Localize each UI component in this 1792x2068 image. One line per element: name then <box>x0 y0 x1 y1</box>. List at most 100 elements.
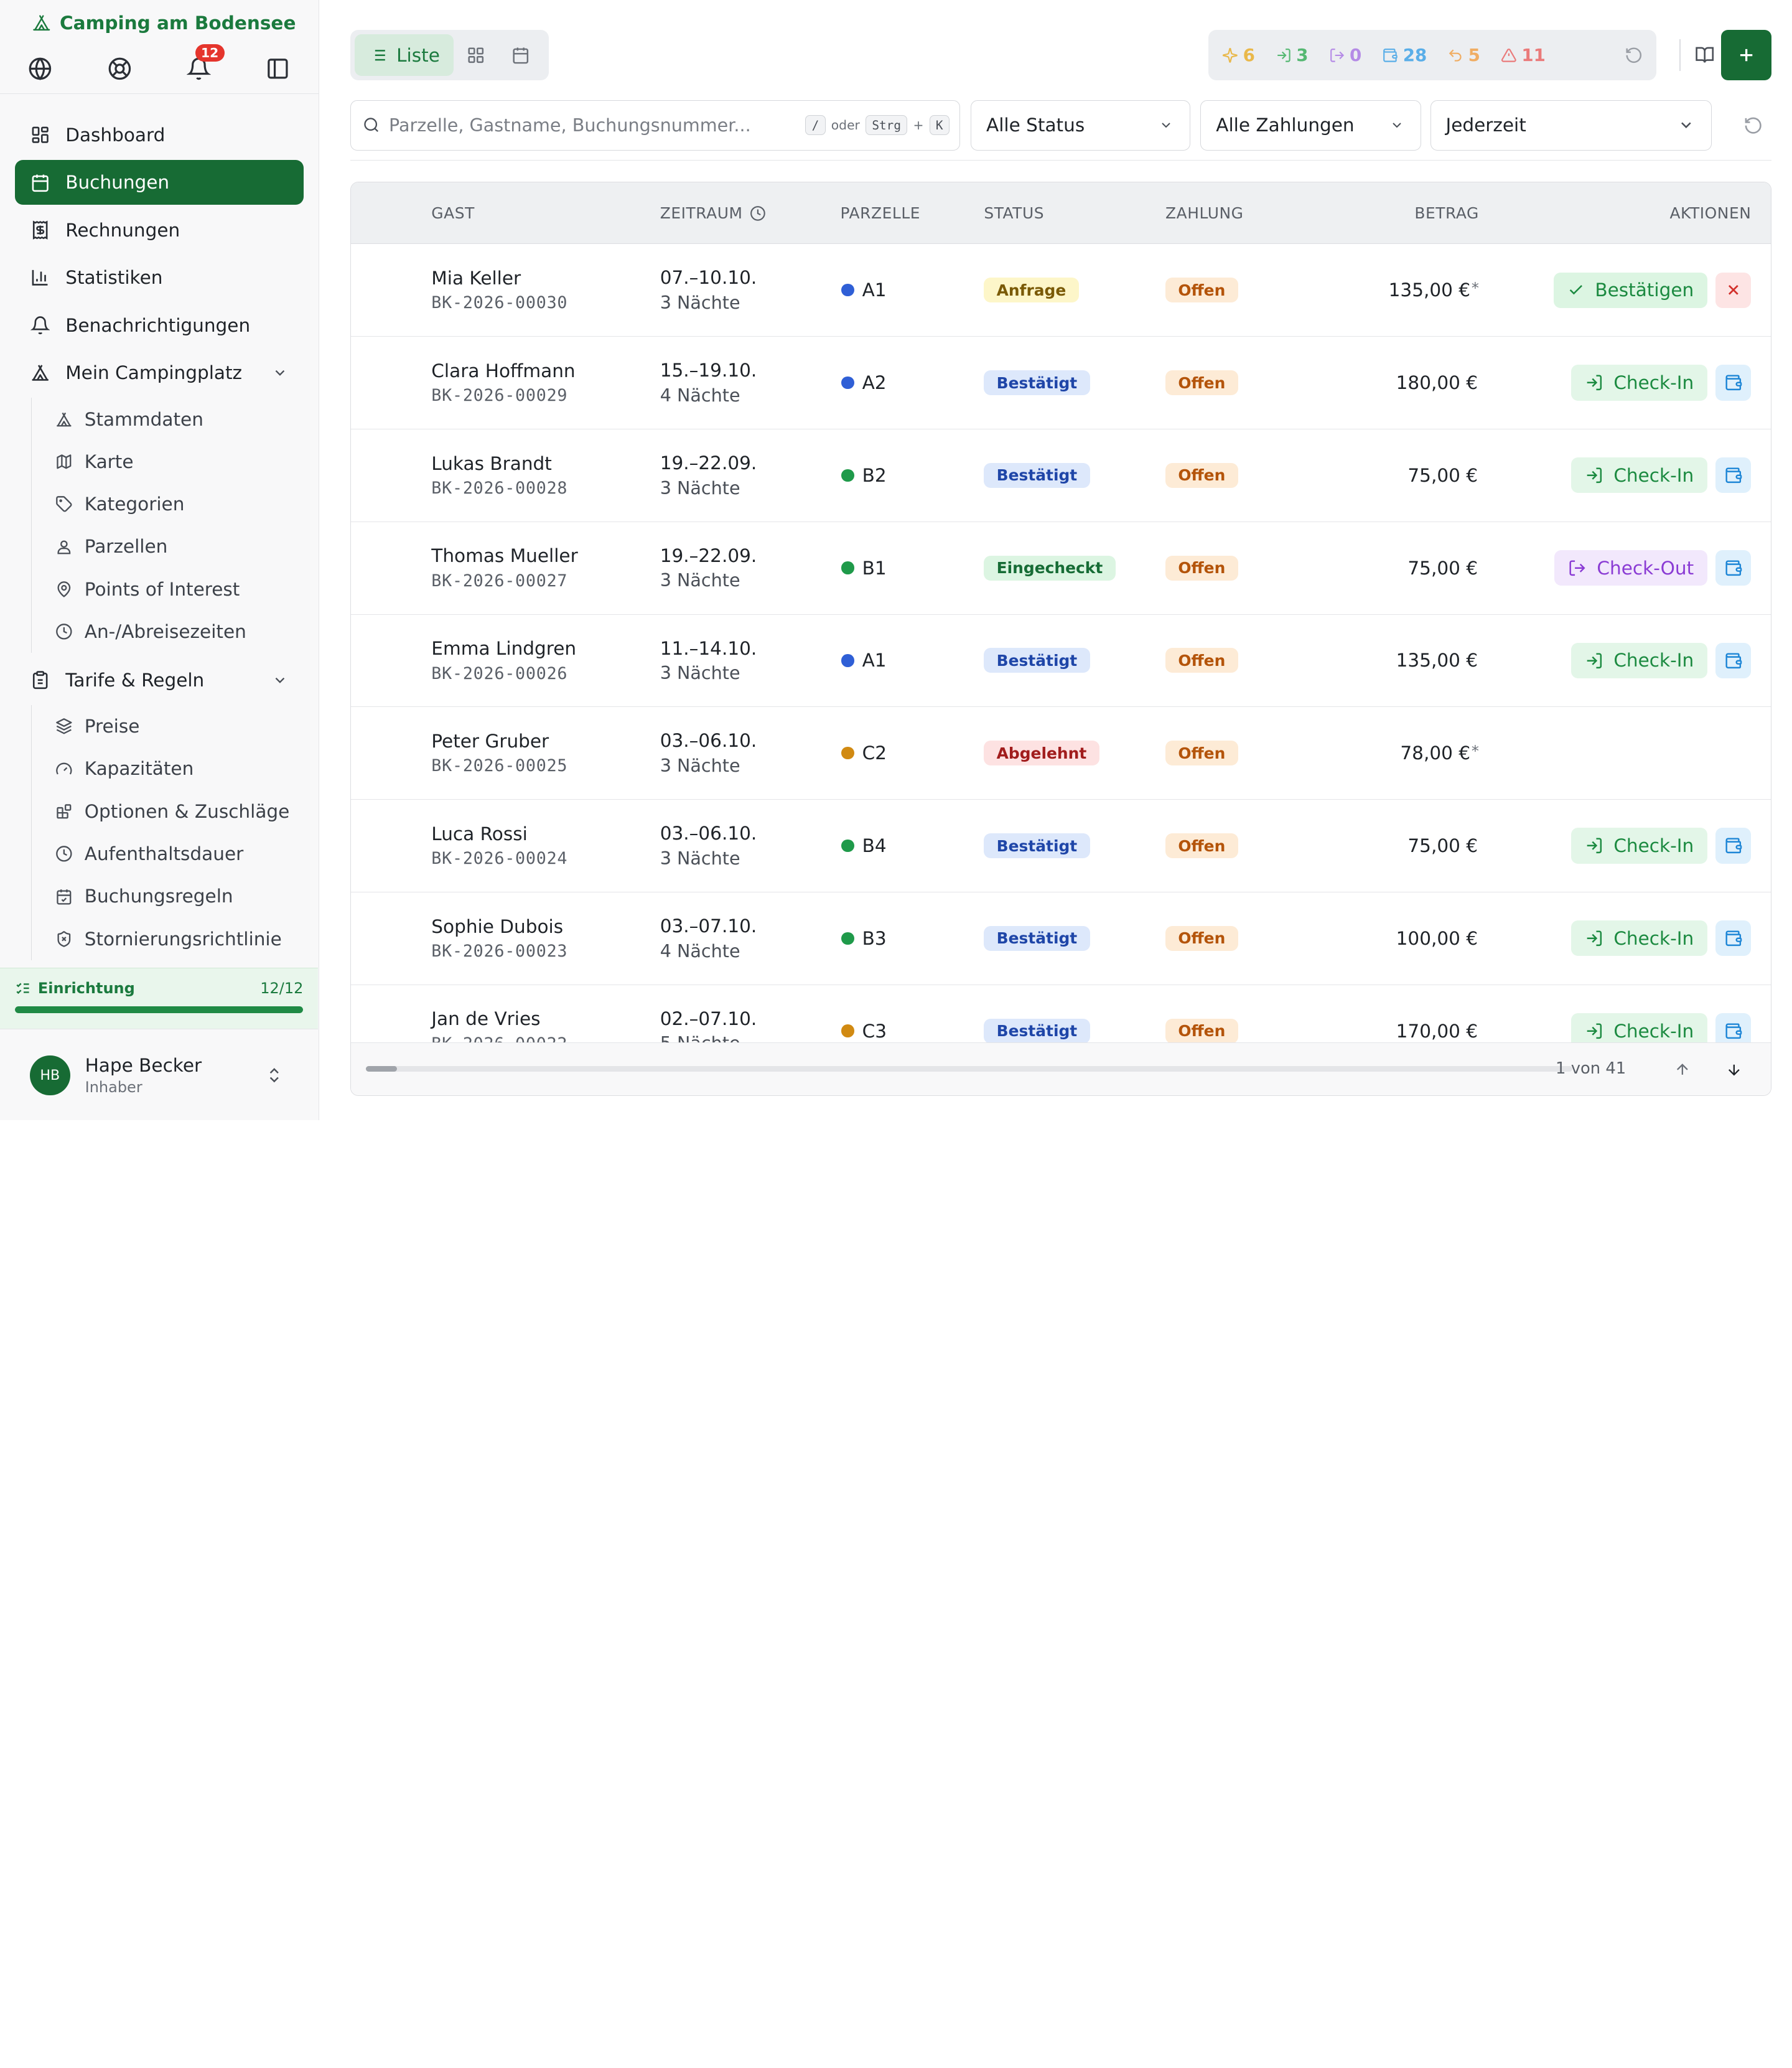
user-menu[interactable]: HB Hape Becker Inhaber <box>0 1031 318 1120</box>
record-payment-button[interactable] <box>1715 920 1752 957</box>
reset-filters-icon[interactable] <box>1739 111 1766 139</box>
sidebar-item-map[interactable]: Karte <box>32 441 304 483</box>
confirm-button[interactable]: Bestätigen <box>1553 272 1708 308</box>
sidebar-item-invoices[interactable]: Rechnungen <box>15 208 304 253</box>
globe-icon[interactable] <box>26 54 55 83</box>
setup-progress-panel[interactable]: Einrichtung 12/12 <box>0 967 319 1030</box>
status-badge: Bestätigt <box>984 925 1090 951</box>
plot-cell: A1 <box>841 615 887 707</box>
reject-button[interactable] <box>1715 272 1752 308</box>
table-row[interactable]: Peter Gruber BK-2026-00025 03.–06.10. 3 … <box>351 707 1771 800</box>
sidebar-item-statistics[interactable]: Statistiken <box>15 255 304 300</box>
check-in-button[interactable]: Check-In <box>1571 1013 1708 1044</box>
record-payment-button[interactable] <box>1715 642 1752 679</box>
stat-payment-open[interactable]: 28 <box>1382 45 1427 65</box>
check-in-icon <box>1276 47 1292 63</box>
stat-refunds[interactable]: 5 <box>1447 45 1480 65</box>
sidebar-item-categories[interactable]: Kategorien <box>32 483 304 525</box>
status-cell: Abgelehnt <box>984 707 1099 799</box>
check-in-button[interactable]: Check-In <box>1571 828 1708 864</box>
guest-name: Clara Hoffmann <box>431 360 576 381</box>
tent-icon <box>55 410 73 429</box>
sidebar-item-arrival-times[interactable]: An-/Abreisezeiten <box>32 611 304 653</box>
record-payment-button[interactable] <box>1715 550 1752 586</box>
check-in-button[interactable]: Check-In <box>1571 457 1708 494</box>
payment-badge: Offen <box>1165 648 1238 673</box>
view-list-button[interactable]: Liste <box>355 34 454 76</box>
table-row[interactable]: Jan de Vries BK-2026-00022 02.–07.10. 5 … <box>351 985 1771 1044</box>
check-out-button[interactable]: Check-Out <box>1554 550 1708 586</box>
col-status[interactable]: STATUS <box>984 182 1044 245</box>
payment-filter-select[interactable]: Alle Zahlungen <box>1200 100 1421 151</box>
map-icon <box>55 452 73 471</box>
col-amount[interactable]: BETRAG <box>1414 182 1479 245</box>
sidebar-toggle-icon[interactable] <box>263 54 293 83</box>
stat-check-in[interactable]: 3 <box>1276 45 1309 65</box>
table-row[interactable]: Thomas Mueller BK-2026-00027 19.–22.09. … <box>351 522 1771 615</box>
sidebar-item-plots[interactable]: Parzellen <box>32 525 304 568</box>
sidebar-item-capacities[interactable]: Kapazitäten <box>32 747 304 790</box>
col-guest[interactable]: GAST <box>431 182 475 245</box>
sidebar-group-campsite[interactable]: Mein Campingplatz <box>15 350 304 395</box>
sidebar-item-options[interactable]: Optionen & Zuschläge <box>32 790 304 833</box>
sidebar-item-prices[interactable]: Preise <box>32 705 304 747</box>
stat-check-out[interactable]: 0 <box>1329 45 1361 65</box>
payment-cell: Offen <box>1165 800 1238 892</box>
record-payment-button[interactable] <box>1715 828 1752 864</box>
add-booking-button[interactable] <box>1720 30 1771 81</box>
col-payment[interactable]: ZAHLUNG <box>1165 182 1244 245</box>
table-row[interactable]: Lukas Brandt BK-2026-00028 19.–22.09. 3 … <box>351 429 1771 522</box>
record-payment-button[interactable] <box>1715 457 1752 494</box>
guest-cell: Clara Hoffmann BK-2026-00029 <box>431 337 575 429</box>
plot-name: A1 <box>862 650 887 671</box>
check-in-icon <box>1585 1022 1603 1041</box>
sidebar-item-label: Kapazitäten <box>84 758 194 780</box>
table-row[interactable]: Mia Keller BK-2026-00030 07.–10.10. 3 Nä… <box>351 244 1771 337</box>
brand[interactable]: Camping am Bodensee <box>0 0 319 34</box>
list-icon <box>369 46 388 65</box>
plot-cell: C3 <box>841 985 887 1044</box>
check-in-button[interactable]: Check-In <box>1571 920 1708 957</box>
col-plot[interactable]: PARZELLE <box>841 182 921 245</box>
refresh-stats-icon[interactable] <box>1625 46 1643 65</box>
sidebar-item-notifications[interactable]: Benachrichtigungen <box>15 303 304 348</box>
scrollbar-thumb[interactable] <box>366 1066 397 1072</box>
sidebar-item-poi[interactable]: Points of Interest <box>32 568 304 611</box>
sidebar-item-master-data[interactable]: Stammdaten <box>32 398 304 440</box>
period-cell: 11.–14.10. 3 Nächte <box>660 615 757 707</box>
sidebar-item-booking-rules[interactable]: Buchungsregeln <box>32 875 304 917</box>
record-payment-button[interactable] <box>1715 365 1752 401</box>
search-input[interactable] <box>388 115 791 136</box>
sidebar-item-cancellation-policy[interactable]: Stornierungsrichtlinie <box>32 918 304 960</box>
table-row[interactable]: Clara Hoffmann BK-2026-00029 15.–19.10. … <box>351 337 1771 429</box>
view-calendar-button[interactable] <box>498 34 543 75</box>
avatar: HB <box>30 1055 70 1096</box>
chevron-down-icon <box>1389 118 1404 133</box>
col-period[interactable]: ZEITRAUM <box>660 182 766 245</box>
notification-bell-button[interactable]: 12 <box>184 44 225 83</box>
table-row[interactable]: Emma Lindgren BK-2026-00026 11.–14.10. 3… <box>351 615 1771 708</box>
arrow-down-icon[interactable] <box>1721 1057 1747 1082</box>
sidebar-item-bookings[interactable]: Buchungen <box>15 160 304 205</box>
sidebar-group-rates[interactable]: Tarife & Regeln <box>15 658 304 703</box>
arrow-up-icon[interactable] <box>1669 1057 1695 1082</box>
time-filter-select[interactable]: Jederzeit <box>1430 100 1712 151</box>
stat-warnings[interactable]: 11 <box>1501 45 1546 65</box>
table-row[interactable]: Sophie Dubois BK-2026-00023 03.–07.10. 4… <box>351 892 1771 985</box>
table-body: Mia Keller BK-2026-00030 07.–10.10. 3 Nä… <box>351 244 1771 1044</box>
stat-new[interactable]: 6 <box>1222 45 1255 65</box>
sidebar-item-dashboard[interactable]: Dashboard <box>15 113 304 157</box>
action-label: Check-In <box>1613 372 1694 394</box>
check-in-button[interactable]: Check-In <box>1571 365 1708 401</box>
help-lifebuoy-icon[interactable] <box>105 54 134 83</box>
table-row[interactable]: Luca Rossi BK-2026-00024 03.–06.10. 3 Nä… <box>351 800 1771 892</box>
horizontal-scrollbar[interactable] <box>366 1066 1572 1072</box>
pagination-status: 1 von 41 <box>1556 1059 1626 1078</box>
view-grid-button[interactable] <box>454 34 498 75</box>
status-filter-select[interactable]: Alle Status <box>971 100 1190 151</box>
record-payment-button[interactable] <box>1715 1013 1752 1044</box>
sidebar-item-stay-duration[interactable]: Aufenthaltsdauer <box>32 833 304 875</box>
amount-cell: 135,00 € <box>1396 615 1479 707</box>
guide-book-button[interactable] <box>1689 39 1721 72</box>
check-in-button[interactable]: Check-In <box>1571 642 1708 679</box>
